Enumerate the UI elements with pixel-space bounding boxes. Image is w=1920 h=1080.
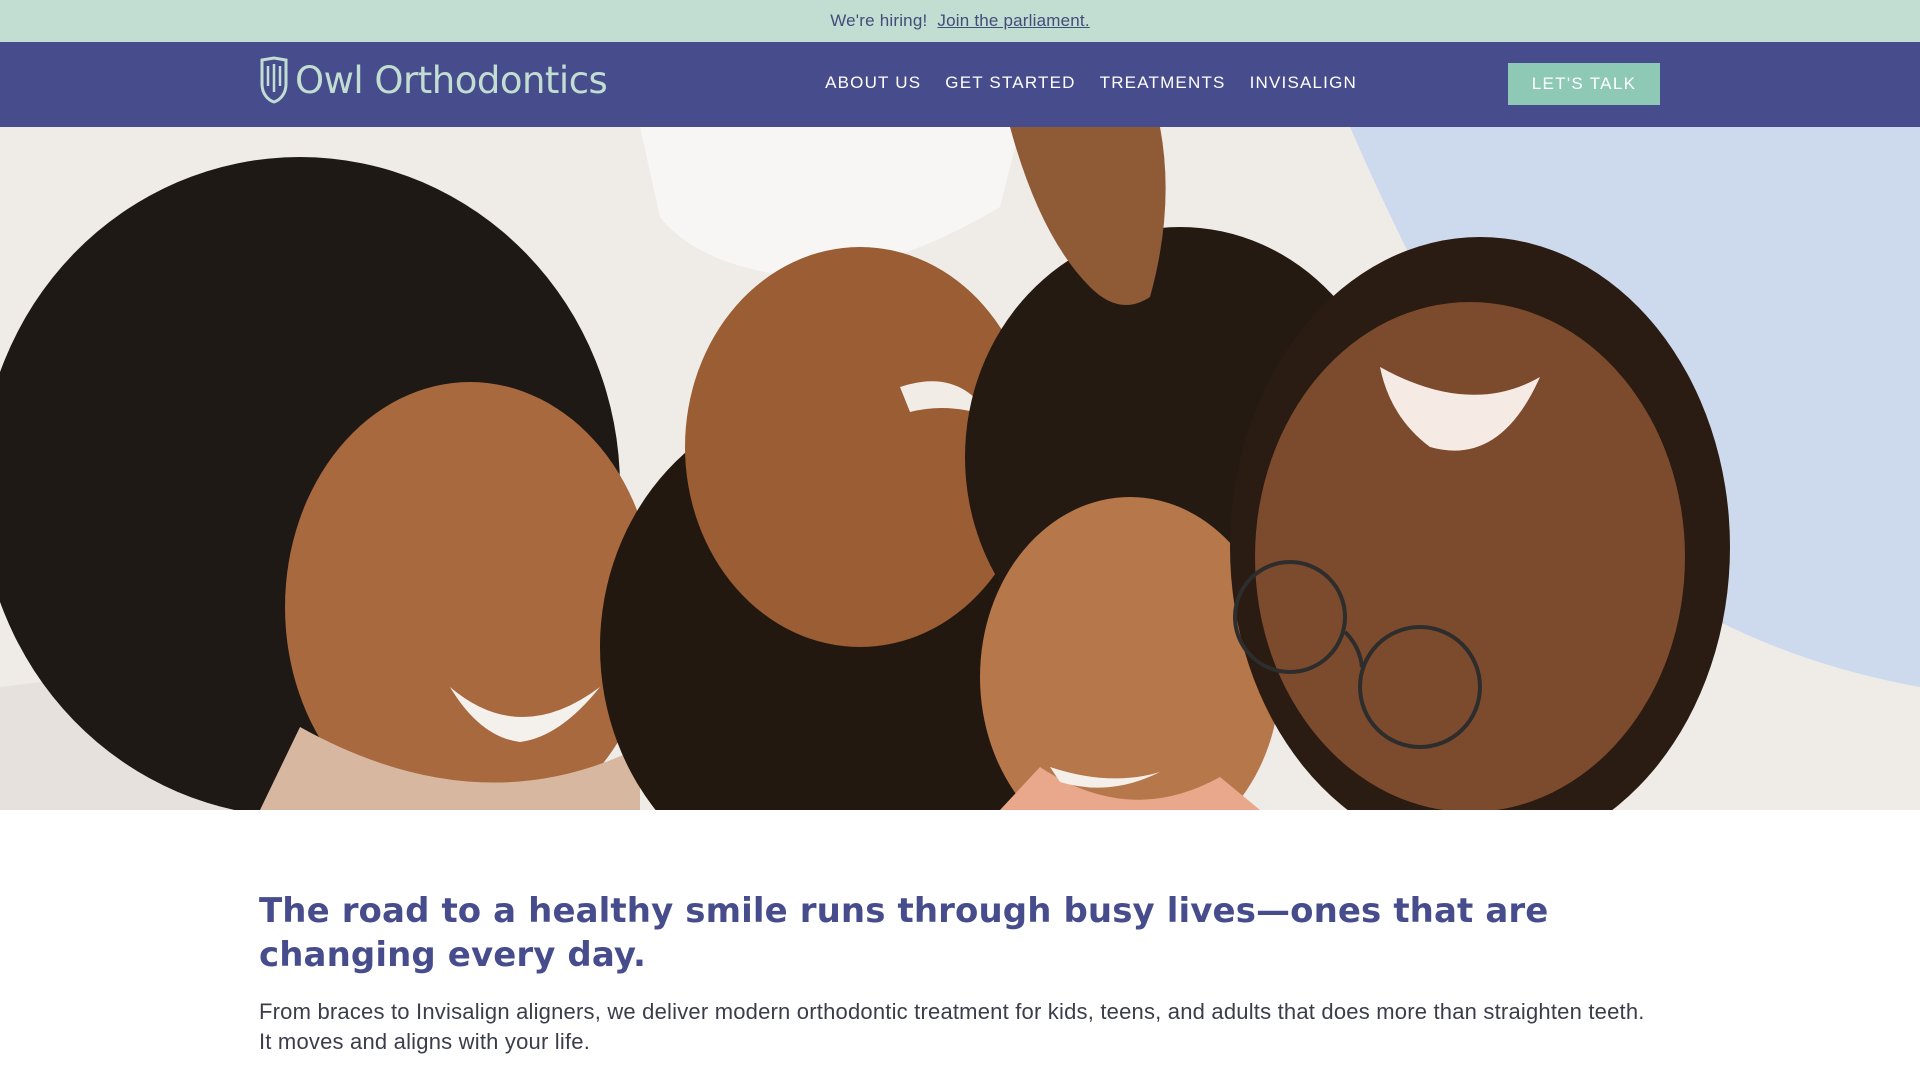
lets-talk-button[interactable]: LET'S TALK bbox=[1508, 63, 1660, 105]
main-nav: ABOUT US GET STARTED TREATMENTS INVISALI… bbox=[825, 73, 1357, 93]
family-photo-illustration bbox=[0, 127, 1920, 810]
owl-shield-icon bbox=[260, 56, 288, 104]
announcement-bar: We're hiring! Join the parliament. bbox=[0, 0, 1920, 42]
nav-treatments[interactable]: TREATMENTS bbox=[1100, 73, 1226, 93]
brand-name: Owl Orthodontics bbox=[295, 58, 608, 102]
site-header: Owl Orthodontics ABOUT US GET STARTED TR… bbox=[0, 42, 1920, 127]
nav-about-us[interactable]: ABOUT US bbox=[825, 73, 921, 93]
brand-logo[interactable]: Owl Orthodontics bbox=[259, 56, 608, 104]
intro-section: The road to a healthy smile runs through… bbox=[259, 889, 1659, 1057]
announcement-text: We're hiring! bbox=[830, 11, 928, 30]
join-parliament-link[interactable]: Join the parliament. bbox=[937, 11, 1089, 31]
nav-invisalign[interactable]: INVISALIGN bbox=[1250, 73, 1357, 93]
hero-image bbox=[0, 127, 1920, 810]
intro-headline: The road to a healthy smile runs through… bbox=[259, 891, 1549, 975]
nav-get-started[interactable]: GET STARTED bbox=[945, 73, 1075, 93]
intro-body: From braces to Invisalign aligners, we d… bbox=[259, 999, 1645, 1054]
